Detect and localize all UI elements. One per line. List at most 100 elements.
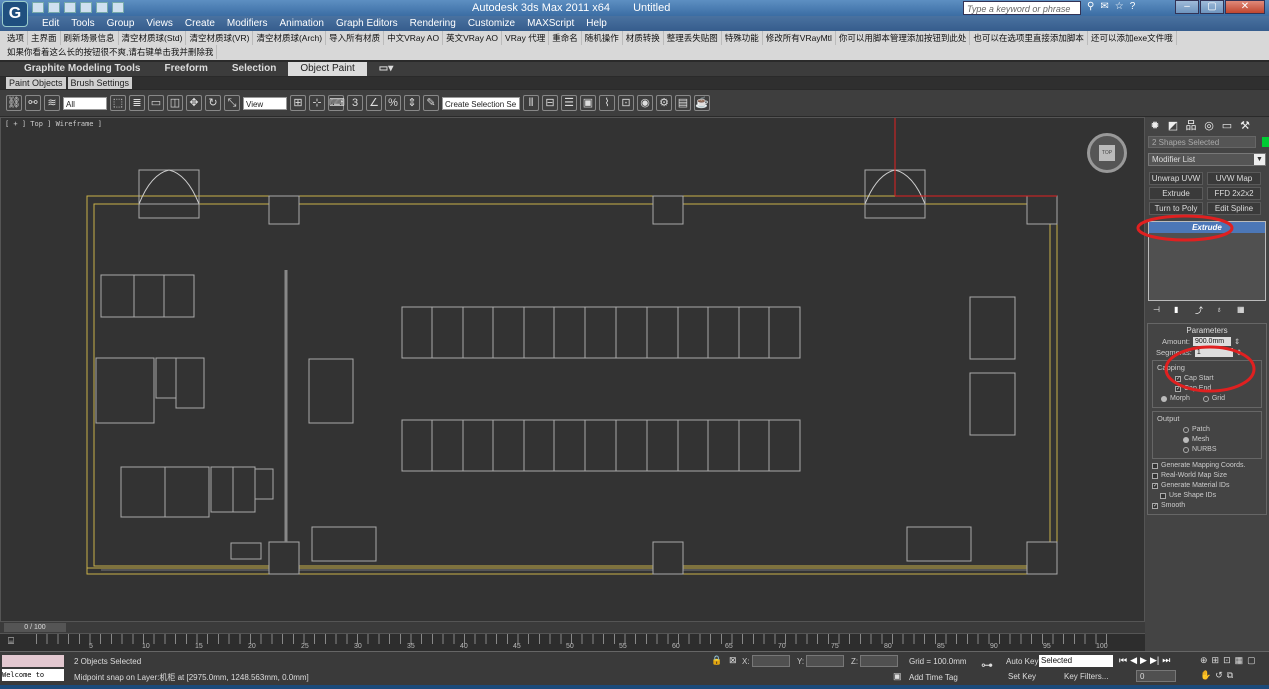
maximize-viewport-icon[interactable]: ⧉ xyxy=(1227,670,1233,681)
zoom-extents-all-icon[interactable]: ▦ xyxy=(1235,655,1244,666)
script-button[interactable]: 导入所有材质 xyxy=(326,31,385,45)
show-end-result-icon[interactable]: ▮ xyxy=(1174,305,1183,314)
app-logo-icon[interactable]: G xyxy=(2,1,28,27)
object-color-swatch[interactable] xyxy=(1262,137,1269,148)
keyboard-shortcut-icon[interactable]: ⌨ xyxy=(328,95,345,111)
amount-field[interactable]: 900.0mm xyxy=(1192,337,1231,346)
script-button[interactable]: 修改所有VRayMtl xyxy=(763,31,836,45)
current-frame-field[interactable]: 0 xyxy=(1136,670,1176,682)
script-button[interactable]: 还可以添加exe文件哦 xyxy=(1088,31,1177,45)
extrude-button[interactable]: Extrude xyxy=(1149,187,1203,200)
script-button[interactable]: 英文VRay AO xyxy=(443,31,503,45)
menu-help[interactable]: Help xyxy=(580,16,613,31)
ref-coord-dropdown[interactable]: View xyxy=(243,96,287,110)
select-object-icon[interactable]: ⬚ xyxy=(110,95,126,111)
rect-selection-icon[interactable]: ▭ xyxy=(148,95,164,111)
time-tag-icon[interactable]: ▣ xyxy=(893,671,902,682)
zoom-all-icon[interactable]: ⊞ xyxy=(1212,655,1220,666)
make-unique-icon[interactable]: ⤴ xyxy=(1195,305,1204,315)
menu-views[interactable]: Views xyxy=(140,16,179,31)
script-button[interactable]: 中文VRay AO xyxy=(384,31,444,45)
paint-objects-button[interactable]: Paint Objects xyxy=(6,77,66,89)
unlink-icon[interactable]: ⚯ xyxy=(25,95,41,111)
auto-key-button[interactable]: Auto Key xyxy=(1006,657,1038,666)
script-button[interactable]: 你可以用脚本管理添加按钮到此处 xyxy=(836,31,971,45)
brush-settings-button[interactable]: Brush Settings xyxy=(67,77,133,89)
search-input[interactable]: Type a keyword or phrase xyxy=(963,1,1081,15)
remove-modifier-icon[interactable]: ♁ xyxy=(1216,305,1225,314)
layer-manager-icon[interactable]: ☰ xyxy=(561,95,577,111)
window-crossing-icon[interactable]: ◫ xyxy=(167,95,183,111)
script-button[interactable]: 整理丢失贴图 xyxy=(664,31,722,45)
script-button[interactable]: 刷新场景信息 xyxy=(61,31,119,45)
modify-tab-icon[interactable]: ◩ xyxy=(1166,120,1180,133)
project-icon[interactable] xyxy=(112,2,124,13)
configure-sets-icon[interactable]: ▦ xyxy=(1237,305,1246,314)
hierarchy-tab-icon[interactable]: 品 xyxy=(1184,120,1198,133)
script-button[interactable]: VRay 代理 xyxy=(502,31,550,45)
mesh-radio[interactable] xyxy=(1183,436,1189,443)
tab-freeform[interactable]: Freeform xyxy=(152,62,219,76)
script-button[interactable]: 选项 xyxy=(4,31,29,45)
align-icon[interactable]: ⊟ xyxy=(542,95,558,111)
script-button[interactable]: 材质转换 xyxy=(623,31,664,45)
maximize-button[interactable]: ▢ xyxy=(1200,0,1224,14)
menu-group[interactable]: Group xyxy=(101,16,141,31)
orbit-icon[interactable]: ↺ xyxy=(1215,670,1223,681)
edit-spline-button[interactable]: Edit Spline xyxy=(1207,202,1261,215)
motion-tab-icon[interactable]: ◎ xyxy=(1202,120,1216,133)
unwrap-uvw-button[interactable]: Unwrap UVW xyxy=(1149,172,1203,185)
segments-field[interactable]: 1 xyxy=(1194,348,1233,357)
script-button[interactable]: 清空材质球(VR) xyxy=(186,31,254,45)
key-filters-button[interactable]: Key Filters... xyxy=(1064,672,1108,681)
trackbar[interactable]: ⌸ 5 10 15 20 25 30 35 40 45 50 55 60 65 … xyxy=(0,633,1145,651)
tab-object-paint[interactable]: Object Paint xyxy=(288,62,367,76)
ffd-button[interactable]: FFD 2x2x2 xyxy=(1207,187,1261,200)
stack-item-extrude[interactable]: Extrude xyxy=(1149,222,1265,233)
lock-selection-icon[interactable]: 🔒 xyxy=(711,655,722,666)
key-icon[interactable]: ⊶ xyxy=(981,658,993,672)
use-shape-ids-checkbox[interactable] xyxy=(1160,492,1166,499)
viewcube-top-face[interactable]: TOP xyxy=(1099,145,1115,161)
next-frame-icon[interactable]: ▶| xyxy=(1150,655,1159,666)
material-editor-icon[interactable]: ◉ xyxy=(637,95,653,111)
cap-end-checkbox[interactable]: ✓ xyxy=(1175,385,1181,392)
gen-mapping-checkbox[interactable] xyxy=(1152,462,1158,469)
rendered-frame-icon[interactable]: ▤ xyxy=(675,95,691,111)
open-icon[interactable] xyxy=(48,2,60,13)
x-coordinate-field[interactable] xyxy=(752,655,790,667)
mini-curve-icon[interactable]: ⌸ xyxy=(8,636,14,647)
modifier-list-dropdown[interactable]: Modifier List ▼ xyxy=(1148,153,1266,166)
zoom-extents-icon[interactable]: ⊡ xyxy=(1223,655,1231,666)
go-to-start-icon[interactable]: ⏮ xyxy=(1119,655,1127,666)
top-viewport[interactable]: [ + ] Top ] Wireframe ] TOP xyxy=(0,117,1145,622)
menu-customize[interactable]: Customize xyxy=(462,16,521,31)
play-icon[interactable]: ▶ xyxy=(1140,655,1147,666)
amount-spinner-icon[interactable]: ⇕ xyxy=(1234,337,1240,346)
render-setup-icon[interactable]: ⚙ xyxy=(656,95,672,111)
rotate-icon[interactable]: ↻ xyxy=(205,95,221,111)
script-button[interactable]: 重命名 xyxy=(549,31,582,45)
favorites-icon[interactable]: ☆ xyxy=(1115,1,1124,12)
uvw-map-button[interactable]: UVW Map xyxy=(1207,172,1261,185)
help-icon[interactable]: ? xyxy=(1130,1,1136,12)
communication-icon[interactable]: ✉ xyxy=(1100,1,1108,12)
quick-access-toolbar[interactable] xyxy=(32,2,124,13)
pivot-center-icon[interactable]: ⊞ xyxy=(290,95,306,111)
selection-filter-dropdown[interactable]: All xyxy=(63,96,107,110)
menu-create[interactable]: Create xyxy=(179,16,221,31)
render-teapot-icon[interactable]: ☕ xyxy=(694,95,710,111)
nurbs-radio[interactable] xyxy=(1183,446,1189,453)
scale-icon[interactable]: ⤡ xyxy=(224,95,240,111)
script-button[interactable]: 随机操作 xyxy=(582,31,623,45)
chevron-down-icon[interactable]: ▼ xyxy=(1254,154,1265,165)
parameters-title[interactable]: Parameters xyxy=(1152,326,1262,335)
pan-icon[interactable]: ✋ xyxy=(1200,670,1211,681)
tab-graphite-modeling-tools[interactable]: Graphite Modeling Tools xyxy=(12,62,152,76)
time-slider[interactable]: 0 / 100 xyxy=(4,623,66,632)
angle-snap-icon[interactable]: ∠ xyxy=(366,95,382,111)
menu-graph-editors[interactable]: Graph Editors xyxy=(330,16,404,31)
move-icon[interactable]: ✥ xyxy=(186,95,202,111)
graphite-toggle-icon[interactable]: ▣ xyxy=(580,95,596,111)
redo-icon[interactable] xyxy=(96,2,108,13)
